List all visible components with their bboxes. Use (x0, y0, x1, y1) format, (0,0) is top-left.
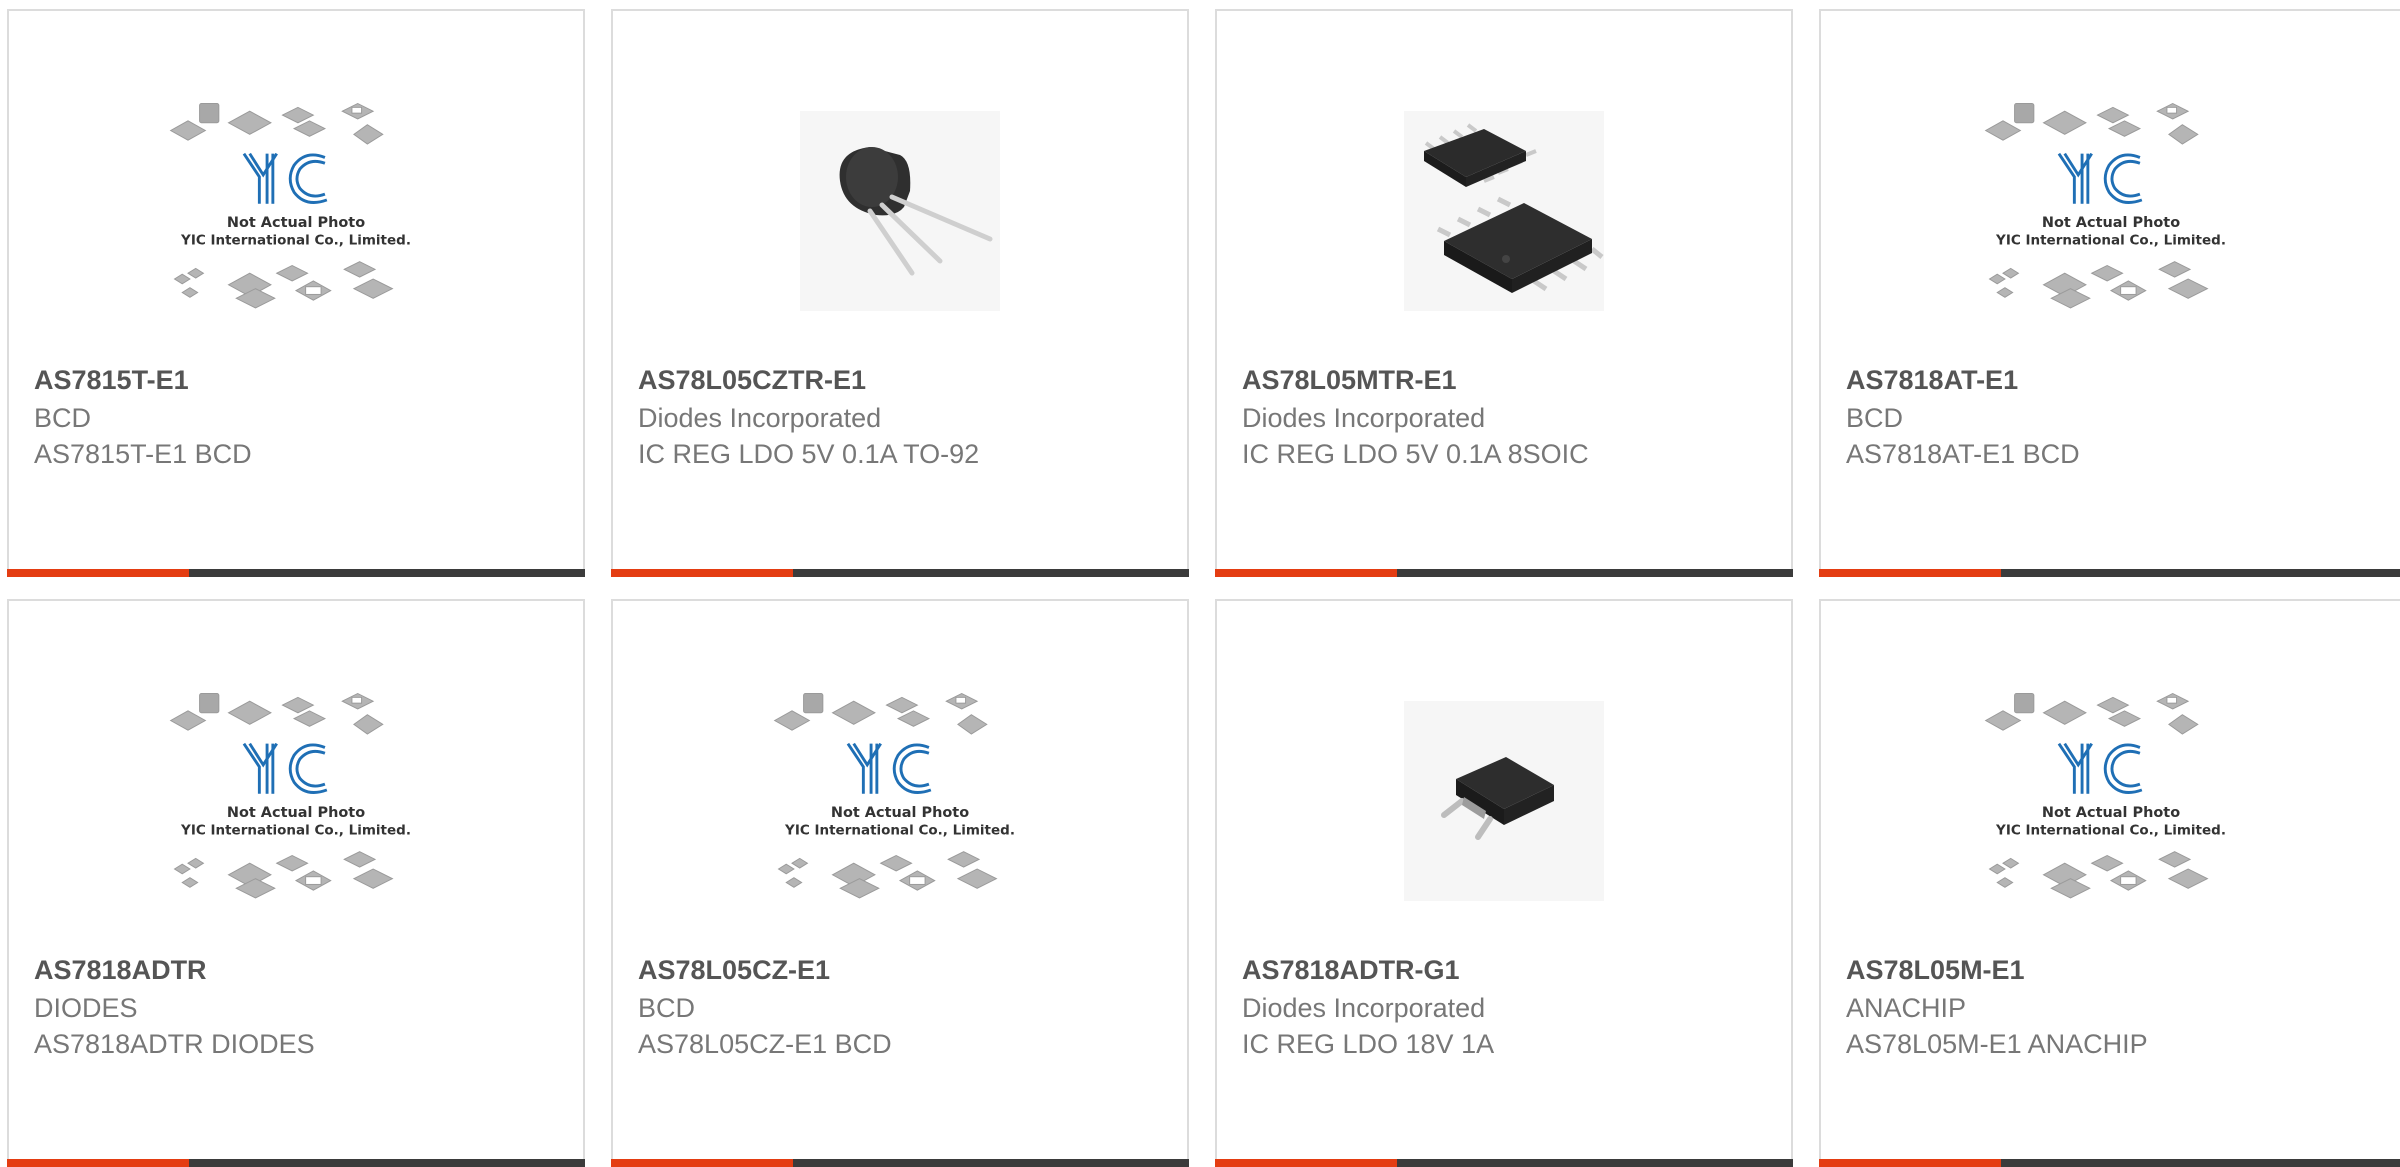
card-bottom-bar (7, 1159, 585, 1167)
product-card[interactable]: AS78L05MTR-E1 Diodes Incorporated IC REG… (1215, 9, 1793, 577)
placeholder-logo-icon (161, 94, 431, 329)
card-accent (1819, 569, 2001, 577)
card-accent (1215, 569, 1397, 577)
card-bottom-bar (1819, 1159, 2400, 1167)
product-image[interactable] (613, 71, 1187, 351)
description: AS7818AT-E1 BCD (1846, 439, 2080, 469)
manufacturer: Diodes Incorporated (1242, 993, 1486, 1023)
description: AS7815T-E1 BCD (34, 439, 252, 469)
description: IC REG LDO 5V 0.1A 8SOIC (1242, 439, 1589, 469)
soic8-package-icon (1404, 111, 1604, 311)
card-accent (7, 569, 189, 577)
description: IC REG LDO 5V 0.1A TO-92 (638, 439, 980, 469)
dpak-package-icon (1404, 701, 1604, 901)
product-image[interactable] (1821, 661, 2400, 941)
card-bottom-bar (1215, 569, 1793, 577)
product-image[interactable] (1821, 71, 2400, 351)
product-image[interactable] (1217, 661, 1791, 941)
manufacturer: BCD (638, 993, 696, 1023)
card-accent (611, 1159, 793, 1167)
part-number[interactable]: AS78L05CZTR-E1 (638, 365, 866, 396)
product-card[interactable]: AS78L05CZ-E1 BCD AS78L05CZ-E1 BCD (611, 599, 1189, 1167)
manufacturer: ANACHIP (1846, 993, 1967, 1023)
card-accent (1819, 1159, 2001, 1167)
product-card[interactable]: AS78L05M-E1 ANACHIP AS78L05M-E1 ANACHIP (1819, 599, 2400, 1167)
description: AS78L05M-E1 ANACHIP (1846, 1029, 2148, 1059)
product-image[interactable] (613, 661, 1187, 941)
part-number[interactable]: AS7818ADTR-G1 (1242, 955, 1460, 986)
placeholder-logo-icon (765, 684, 1035, 919)
card-accent (7, 1159, 189, 1167)
manufacturer: Diodes Incorporated (1242, 403, 1486, 433)
product-card[interactable]: AS78L05CZTR-E1 Diodes Incorporated IC RE… (611, 9, 1189, 577)
product-card[interactable]: AS7818ADTR DIODES AS7818ADTR DIODES (7, 599, 585, 1167)
placeholder-logo-icon (1976, 94, 2246, 329)
placeholder-logo-icon (1976, 684, 2246, 919)
description: IC REG LDO 18V 1A (1242, 1029, 1495, 1059)
product-card[interactable]: AS7818AT-E1 BCD AS7818AT-E1 BCD (1819, 9, 2400, 577)
description: AS78L05CZ-E1 BCD (638, 1029, 892, 1059)
product-grid: AS7815T-E1 BCD AS7815T-E1 BCD AS78L05CZT… (0, 0, 2400, 1167)
manufacturer: DIODES (34, 993, 138, 1023)
card-bottom-bar (611, 569, 1189, 577)
card-bottom-bar (611, 1159, 1189, 1167)
card-accent (611, 569, 793, 577)
description: AS7818ADTR DIODES (34, 1029, 315, 1059)
product-image[interactable] (9, 661, 583, 941)
product-image[interactable] (1217, 71, 1791, 351)
product-image[interactable] (9, 71, 583, 351)
part-number[interactable]: AS78L05M-E1 (1846, 955, 2025, 986)
card-bottom-bar (1819, 569, 2400, 577)
placeholder-logo-icon (161, 684, 431, 919)
part-number[interactable]: AS78L05CZ-E1 (638, 955, 830, 986)
to92-package-icon (800, 111, 1000, 311)
card-bottom-bar (1215, 1159, 1793, 1167)
part-number[interactable]: AS7815T-E1 (34, 365, 189, 396)
manufacturer: BCD (1846, 403, 1904, 433)
card-accent (1215, 1159, 1397, 1167)
manufacturer: Diodes Incorporated (638, 403, 882, 433)
part-number[interactable]: AS78L05MTR-E1 (1242, 365, 1457, 396)
manufacturer: BCD (34, 403, 92, 433)
product-card[interactable]: AS7815T-E1 BCD AS7815T-E1 BCD (7, 9, 585, 577)
product-card[interactable]: AS7818ADTR-G1 Diodes Incorporated IC REG… (1215, 599, 1793, 1167)
part-number[interactable]: AS7818ADTR (34, 955, 207, 986)
part-number[interactable]: AS7818AT-E1 (1846, 365, 2018, 396)
card-bottom-bar (7, 569, 585, 577)
